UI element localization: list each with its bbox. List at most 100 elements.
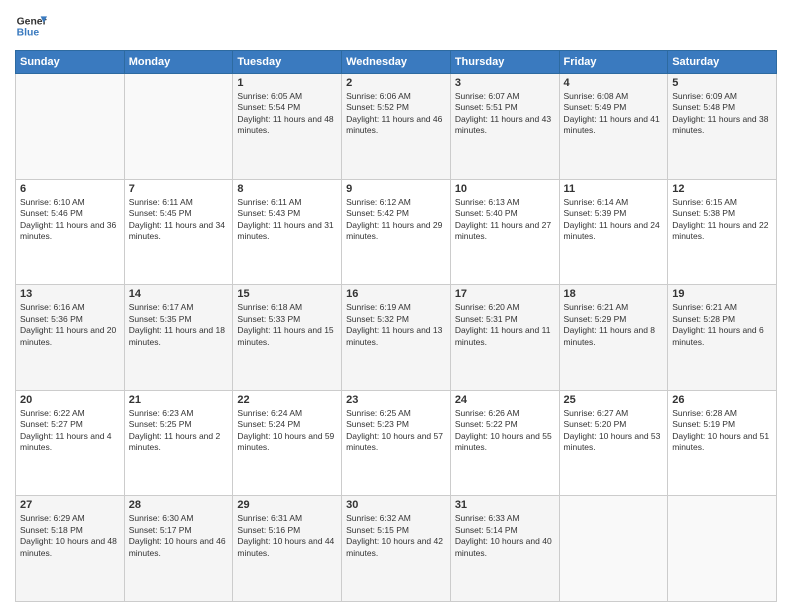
day-number: 13 [20,288,120,300]
header: General Blue [15,10,777,42]
day-info: Sunrise: 6:18 AM Sunset: 5:33 PM Dayligh… [237,302,337,348]
calendar-cell: 1 Sunrise: 6:05 AM Sunset: 5:54 PM Daylig… [233,74,342,180]
day-info: Sunrise: 6:25 AM Sunset: 5:23 PM Dayligh… [346,408,446,454]
day-info: Sunrise: 6:07 AM Sunset: 5:51 PM Dayligh… [455,91,555,137]
day-info: Sunrise: 6:05 AM Sunset: 5:54 PM Dayligh… [237,91,337,137]
calendar-cell: 9 Sunrise: 6:12 AM Sunset: 5:42 PM Daylig… [342,179,451,285]
day-number: 29 [237,499,337,511]
calendar-cell: 28 Sunrise: 6:30 AM Sunset: 5:17 PM Dayli… [124,496,233,602]
day-info: Sunrise: 6:10 AM Sunset: 5:46 PM Dayligh… [20,197,120,243]
day-info: Sunrise: 6:14 AM Sunset: 5:39 PM Dayligh… [564,197,664,243]
dow-header-monday: Monday [124,51,233,74]
day-info: Sunrise: 6:12 AM Sunset: 5:42 PM Dayligh… [346,197,446,243]
day-number: 12 [672,183,772,195]
day-number: 15 [237,288,337,300]
day-info: Sunrise: 6:33 AM Sunset: 5:14 PM Dayligh… [455,513,555,559]
calendar-cell: 22 Sunrise: 6:24 AM Sunset: 5:24 PM Dayli… [233,390,342,496]
calendar-cell: 25 Sunrise: 6:27 AM Sunset: 5:20 PM Dayli… [559,390,668,496]
logo: General Blue [15,10,47,42]
day-info: Sunrise: 6:17 AM Sunset: 5:35 PM Dayligh… [129,302,229,348]
day-number: 20 [20,394,120,406]
calendar-cell: 2 Sunrise: 6:06 AM Sunset: 5:52 PM Daylig… [342,74,451,180]
day-number: 31 [455,499,555,511]
calendar-cell [16,74,125,180]
svg-text:Blue: Blue [17,28,40,39]
calendar-cell: 3 Sunrise: 6:07 AM Sunset: 5:51 PM Daylig… [450,74,559,180]
calendar-cell: 16 Sunrise: 6:19 AM Sunset: 5:32 PM Dayli… [342,285,451,391]
calendar-cell: 29 Sunrise: 6:31 AM Sunset: 5:16 PM Dayli… [233,496,342,602]
day-info: Sunrise: 6:06 AM Sunset: 5:52 PM Dayligh… [346,91,446,137]
calendar-cell: 12 Sunrise: 6:15 AM Sunset: 5:38 PM Dayli… [668,179,777,285]
calendar-cell [559,496,668,602]
calendar-cell: 6 Sunrise: 6:10 AM Sunset: 5:46 PM Daylig… [16,179,125,285]
day-info: Sunrise: 6:24 AM Sunset: 5:24 PM Dayligh… [237,408,337,454]
day-number: 8 [237,183,337,195]
calendar-cell: 11 Sunrise: 6:14 AM Sunset: 5:39 PM Dayli… [559,179,668,285]
day-info: Sunrise: 6:31 AM Sunset: 5:16 PM Dayligh… [237,513,337,559]
day-number: 19 [672,288,772,300]
day-number: 3 [455,77,555,89]
day-number: 2 [346,77,446,89]
day-number: 24 [455,394,555,406]
calendar-cell: 18 Sunrise: 6:21 AM Sunset: 5:29 PM Dayli… [559,285,668,391]
day-info: Sunrise: 6:29 AM Sunset: 5:18 PM Dayligh… [20,513,120,559]
day-number: 14 [129,288,229,300]
day-number: 30 [346,499,446,511]
calendar-cell: 20 Sunrise: 6:22 AM Sunset: 5:27 PM Dayli… [16,390,125,496]
day-info: Sunrise: 6:21 AM Sunset: 5:28 PM Dayligh… [672,302,772,348]
calendar: SundayMondayTuesdayWednesdayThursdayFrid… [15,50,777,602]
calendar-cell: 10Sunrise: 6:13 AM Sunset: 5:40 PM Dayli… [450,179,559,285]
day-info: Sunrise: 6:28 AM Sunset: 5:19 PM Dayligh… [672,408,772,454]
day-number: 25 [564,394,664,406]
dow-header-thursday: Thursday [450,51,559,74]
day-info: Sunrise: 6:08 AM Sunset: 5:49 PM Dayligh… [564,91,664,137]
calendar-cell: 30 Sunrise: 6:32 AM Sunset: 5:15 PM Dayli… [342,496,451,602]
day-number: 22 [237,394,337,406]
day-info: Sunrise: 6:30 AM Sunset: 5:17 PM Dayligh… [129,513,229,559]
day-info: Sunrise: 6:13 AM Sunset: 5:40 PM Dayligh… [455,197,555,243]
day-number: 18 [564,288,664,300]
day-number: 21 [129,394,229,406]
day-info: Sunrise: 6:32 AM Sunset: 5:15 PM Dayligh… [346,513,446,559]
day-number: 27 [20,499,120,511]
day-info: Sunrise: 6:22 AM Sunset: 5:27 PM Dayligh… [20,408,120,454]
calendar-cell: 27 Sunrise: 6:29 AM Sunset: 5:18 PM Dayli… [16,496,125,602]
calendar-cell: 17 Sunrise: 6:20 AM Sunset: 5:31 PM Dayli… [450,285,559,391]
day-number: 1 [237,77,337,89]
calendar-cell: 8 Sunrise: 6:11 AM Sunset: 5:43 PM Daylig… [233,179,342,285]
calendar-cell: 23 Sunrise: 6:25 AM Sunset: 5:23 PM Dayli… [342,390,451,496]
day-info: Sunrise: 6:11 AM Sunset: 5:43 PM Dayligh… [237,197,337,243]
dow-header-friday: Friday [559,51,668,74]
day-info: Sunrise: 6:15 AM Sunset: 5:38 PM Dayligh… [672,197,772,243]
day-number: 7 [129,183,229,195]
day-number: 28 [129,499,229,511]
day-number: 6 [20,183,120,195]
dow-header-sunday: Sunday [16,51,125,74]
day-number: 23 [346,394,446,406]
day-number: 4 [564,77,664,89]
calendar-cell: 31 Sunrise: 6:33 AM Sunset: 5:14 PM Dayli… [450,496,559,602]
page: General Blue SundayMondayTuesdayWednesda… [0,0,792,612]
calendar-cell: 26Sunrise: 6:28 AM Sunset: 5:19 PM Dayli… [668,390,777,496]
day-number: 17 [455,288,555,300]
calendar-cell: 14 Sunrise: 6:17 AM Sunset: 5:35 PM Dayli… [124,285,233,391]
day-info: Sunrise: 6:21 AM Sunset: 5:29 PM Dayligh… [564,302,664,348]
day-number: 5 [672,77,772,89]
calendar-cell: 15 Sunrise: 6:18 AM Sunset: 5:33 PM Dayli… [233,285,342,391]
calendar-cell: 4 Sunrise: 6:08 AM Sunset: 5:49 PM Daylig… [559,74,668,180]
dow-header-tuesday: Tuesday [233,51,342,74]
day-info: Sunrise: 6:19 AM Sunset: 5:32 PM Dayligh… [346,302,446,348]
calendar-cell: 19 Sunrise: 6:21 AM Sunset: 5:28 PM Dayli… [668,285,777,391]
day-info: Sunrise: 6:20 AM Sunset: 5:31 PM Dayligh… [455,302,555,348]
dow-header-wednesday: Wednesday [342,51,451,74]
day-info: Sunrise: 6:27 AM Sunset: 5:20 PM Dayligh… [564,408,664,454]
calendar-cell: 13 Sunrise: 6:16 AM Sunset: 5:36 PM Dayli… [16,285,125,391]
day-number: 11 [564,183,664,195]
day-number: 16 [346,288,446,300]
day-info: Sunrise: 6:16 AM Sunset: 5:36 PM Dayligh… [20,302,120,348]
calendar-cell: 21Sunrise: 6:23 AM Sunset: 5:25 PM Dayli… [124,390,233,496]
calendar-cell [668,496,777,602]
calendar-cell: 5Sunrise: 6:09 AM Sunset: 5:48 PM Daylig… [668,74,777,180]
day-info: Sunrise: 6:26 AM Sunset: 5:22 PM Dayligh… [455,408,555,454]
day-number: 9 [346,183,446,195]
